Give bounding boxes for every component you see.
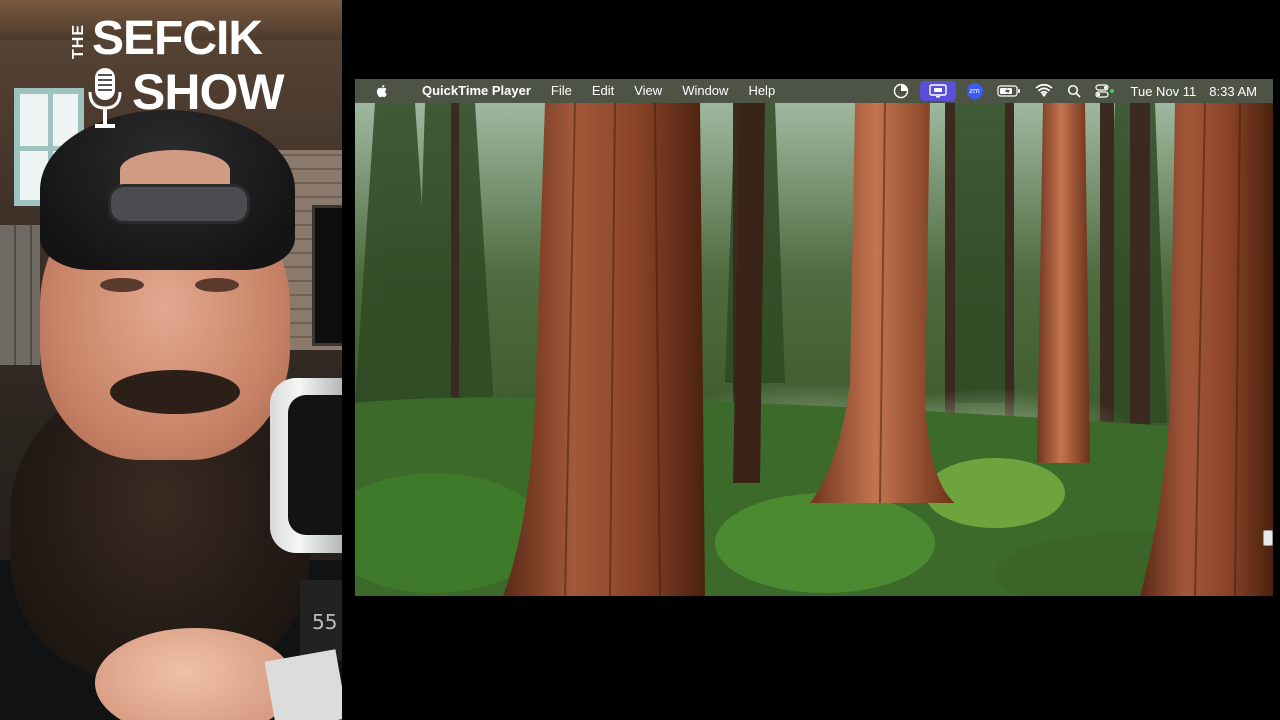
app-menu-quicktime[interactable]: QuickTime Player xyxy=(402,79,541,103)
paper-note xyxy=(264,649,342,720)
presenter-right-eye xyxy=(195,278,239,292)
podcast-mic-icon xyxy=(88,68,122,128)
menu-window[interactable]: Window xyxy=(672,79,738,103)
webcam-feed: 55 THE SEFCIK SHOW xyxy=(0,0,342,720)
stone-wall xyxy=(0,225,40,365)
desktop-wallpaper xyxy=(355,103,1273,596)
control-center-icon[interactable] xyxy=(1094,79,1117,103)
menu-file[interactable]: File xyxy=(541,79,582,103)
microphone-stand: 55 xyxy=(300,580,342,660)
wifi-icon[interactable] xyxy=(1034,79,1053,103)
side-scroll-handle[interactable] xyxy=(1263,530,1273,546)
screen-sharing-icon[interactable] xyxy=(919,81,956,101)
menu-help[interactable]: Help xyxy=(738,79,785,103)
presenter-mustache xyxy=(110,370,240,414)
shared-screen: QuickTime Player File Edit View Window H… xyxy=(355,79,1273,596)
zoom-icon[interactable]: zm xyxy=(966,79,983,103)
menu-edit[interactable]: Edit xyxy=(582,79,624,103)
apple-menu-icon[interactable] xyxy=(374,83,390,99)
battery-icon[interactable] xyxy=(996,79,1021,103)
logo-sefcik: SEFCIK xyxy=(92,12,263,65)
menu-view[interactable]: View xyxy=(624,79,672,103)
microphone-grille xyxy=(288,395,342,535)
fireplace xyxy=(312,205,342,346)
menu-bar-time[interactable]: 8:33 AM xyxy=(1203,84,1273,99)
show-logo: THE SEFCIK SHOW xyxy=(70,14,300,132)
macos-menu-bar: QuickTime Player File Edit View Window H… xyxy=(355,79,1273,103)
cap-strap xyxy=(108,184,250,224)
logo-show: SHOW xyxy=(132,64,285,120)
spotlight-search-icon[interactable] xyxy=(1067,79,1081,103)
screen-time-icon[interactable] xyxy=(893,79,909,103)
presenter-left-eye xyxy=(100,278,144,292)
microphone-label: 55 xyxy=(312,610,338,634)
logo-the: THE xyxy=(70,24,87,59)
menu-bar-date[interactable]: Tue Nov 11 xyxy=(1124,84,1204,99)
